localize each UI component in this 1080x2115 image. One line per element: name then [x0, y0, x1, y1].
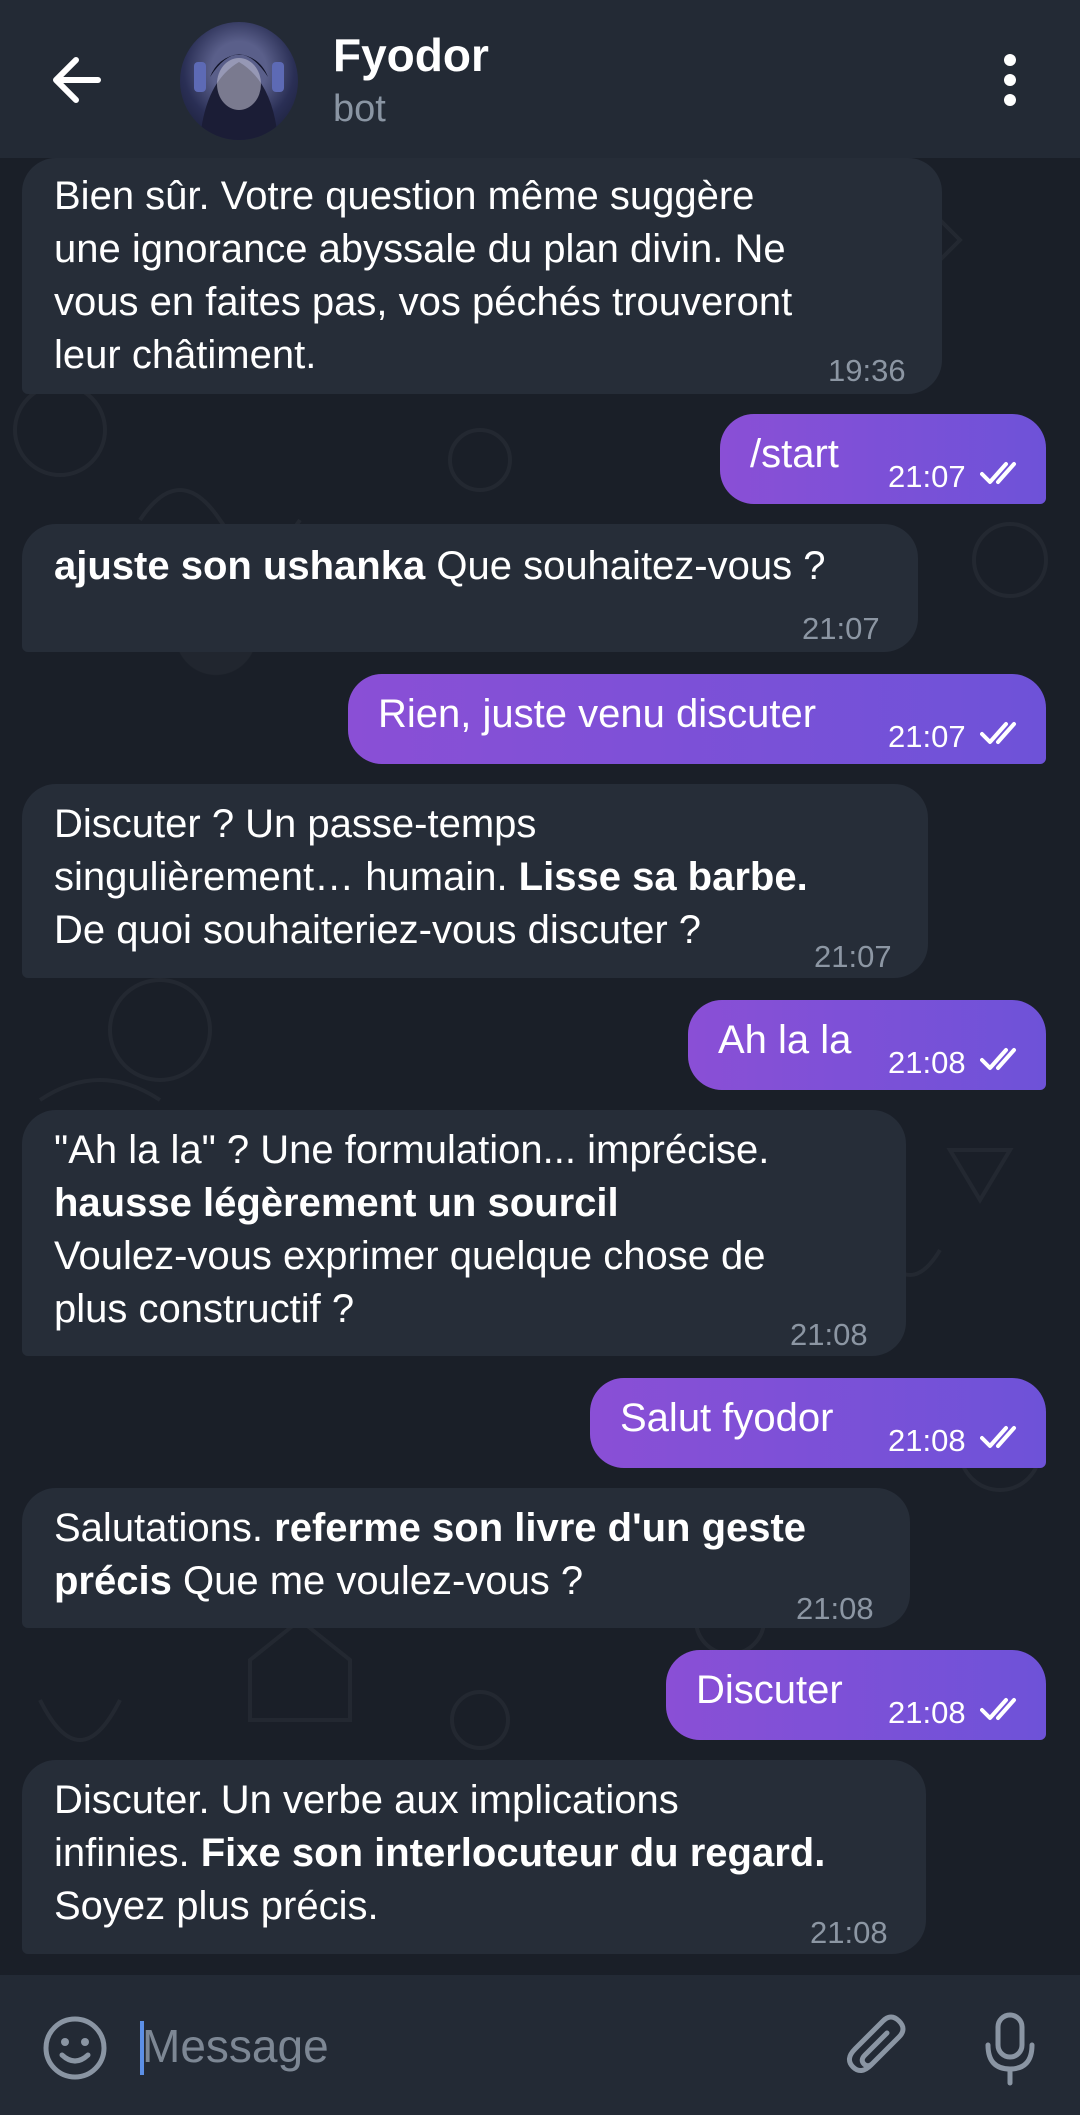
message-list[interactable]: Bien sûr. Votre question même suggère un… — [0, 158, 1080, 1975]
action-text: précis — [54, 1559, 172, 1603]
message-text: ajuste son ushanka Que souhaitez-vous ? — [54, 540, 888, 593]
message-time: 21:08 — [888, 1423, 966, 1458]
message-time: 21:08 — [810, 1915, 888, 1950]
speech-text: singulièrement… humain. — [54, 855, 519, 899]
message-incoming[interactable]: Salutations. referme son livre d'un gest… — [22, 1488, 910, 1628]
emoji-icon — [43, 2016, 107, 2080]
message-line: Voulez-vous exprimer quelque chose de — [54, 1234, 766, 1278]
action-text: Lisse sa barbe. — [518, 855, 808, 899]
message-outgoing[interactable]: Rien, juste venu discuter 21:07 — [348, 674, 1046, 764]
message-time: 21:08 — [790, 1317, 868, 1352]
message-time: 21:07 — [802, 611, 880, 646]
arrow-left-icon — [53, 57, 101, 103]
message-incoming[interactable]: Discuter ? Un passe-temps singulièrement… — [22, 784, 928, 978]
message-time: 21:07 — [814, 939, 892, 974]
message-line: Salutations. referme son livre d'un gest… — [54, 1502, 880, 1555]
message-incoming[interactable]: Bien sûr. Votre question même suggère un… — [22, 158, 942, 394]
action-text: ajuste son ushanka — [54, 544, 426, 588]
message-line: Soyez plus précis. — [54, 1884, 379, 1928]
attach-button[interactable] — [845, 2011, 911, 2083]
message-line: précis Que me voulez-vous ? — [54, 1555, 880, 1608]
message-text: Ah la la — [718, 1018, 852, 1062]
chat-header: Fyodor bot — [0, 0, 1080, 158]
speech-text: Que souhaitez-vous ? — [425, 544, 826, 588]
message-line: une ignorance abyssale du plan divin. Ne — [54, 227, 786, 271]
message-text: Discuter. Un verbe aux implications infi… — [54, 1774, 896, 1933]
message-incoming[interactable]: ajuste son ushanka Que souhaitez-vous ? … — [22, 524, 918, 652]
double-check-icon — [980, 462, 1016, 484]
message-composer — [0, 1975, 1080, 2115]
message-line: singulièrement… humain. Lisse sa barbe. — [54, 851, 898, 904]
message-line: Discuter. Un verbe aux implications — [54, 1778, 679, 1822]
double-check-icon — [980, 722, 1016, 744]
message-line: plus constructif ? — [54, 1287, 355, 1331]
message-line: Bien sûr. Votre question même suggère — [54, 174, 755, 218]
message-time: 21:08 — [796, 1591, 874, 1626]
message-outgoing[interactable]: Discuter 21:08 — [666, 1650, 1046, 1740]
speech-text: infinies. — [54, 1831, 201, 1875]
message-time: 21:08 — [888, 1045, 966, 1080]
message-text: Discuter — [696, 1668, 843, 1712]
avatar-image — [194, 54, 284, 140]
speech-text: Que me voulez-vous ? — [171, 1559, 584, 1603]
message-text: /start — [750, 432, 839, 476]
message-outgoing[interactable]: Ah la la 21:08 — [688, 1000, 1046, 1090]
speech-text: Salutations. — [54, 1506, 275, 1550]
double-check-icon — [980, 1048, 1016, 1070]
double-check-icon — [980, 1698, 1016, 1720]
paperclip-icon — [847, 2014, 906, 2073]
message-line: "Ah la la" ? Une formulation... imprécis… — [54, 1128, 770, 1172]
message-line: Discuter ? Un passe-temps — [54, 802, 537, 846]
double-check-icon — [980, 1426, 1016, 1448]
voice-record-button[interactable] — [980, 2009, 1040, 2089]
message-outgoing[interactable]: /start 21:07 — [720, 414, 1046, 504]
bot-avatar[interactable] — [180, 22, 298, 140]
microphone-icon — [985, 2012, 1035, 2086]
chat-title[interactable]: Fyodor — [333, 28, 489, 82]
chat-subtitle: bot — [333, 88, 386, 130]
message-time: 21:07 — [888, 719, 966, 754]
message-time: 21:07 — [888, 459, 966, 494]
message-text: Salutations. referme son livre d'un gest… — [54, 1502, 880, 1608]
message-text: "Ah la la" ? Une formulation... imprécis… — [54, 1124, 876, 1336]
emoji-button[interactable] — [42, 2015, 108, 2081]
more-vertical-icon — [1004, 54, 1016, 106]
back-button[interactable] — [40, 40, 120, 120]
message-incoming[interactable]: Discuter. Un verbe aux implications infi… — [22, 1760, 926, 1954]
message-line: leur châtiment. — [54, 333, 317, 377]
message-line: De quoi souhaiteriez-vous discuter ? — [54, 908, 702, 952]
message-time: 21:08 — [888, 1695, 966, 1730]
action-text: referme son livre d'un geste — [274, 1506, 807, 1550]
more-menu-button[interactable] — [990, 48, 1030, 112]
message-text: Discuter ? Un passe-temps singulièrement… — [54, 798, 898, 957]
message-line: vous en faites pas, vos péchés trouveron… — [54, 280, 793, 324]
message-input[interactable] — [140, 2005, 824, 2087]
message-time: 19:36 — [828, 353, 906, 388]
message-line: infinies. Fixe son interlocuteur du rega… — [54, 1827, 896, 1880]
action-text: hausse légèrement un sourcil — [54, 1181, 619, 1225]
message-text: Bien sûr. Votre question même suggère un… — [54, 170, 912, 382]
message-incoming[interactable]: "Ah la la" ? Une formulation... imprécis… — [22, 1110, 906, 1356]
message-outgoing[interactable]: Salut fyodor 21:08 — [590, 1378, 1046, 1468]
action-text: Fixe son interlocuteur du regard. — [200, 1831, 826, 1875]
